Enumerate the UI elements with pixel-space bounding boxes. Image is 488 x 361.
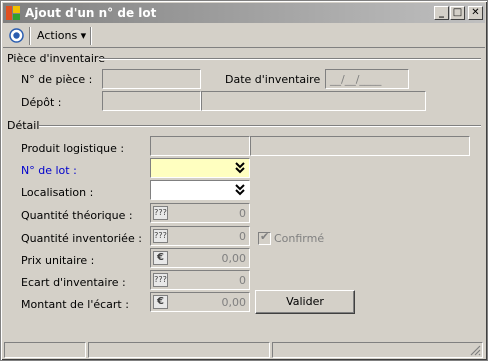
section-detail-title: Détail [7,119,40,132]
euro-icon: € [153,295,168,309]
close-button[interactable]: ✕ [468,6,483,20]
quantity-icon: ??? [153,229,168,243]
lot-label: N° de lot : [21,164,77,177]
piece-no-label: N° de pièce : [21,73,93,86]
montant-ecart-label: Montant de l'écart : [21,298,129,311]
prix-unitaire-field[interactable]: € 0,00 [150,248,250,268]
produit-code-field[interactable] [150,136,250,156]
depot-label: Dépôt : [21,96,62,109]
status-cell [272,342,483,358]
confirme-checkbox[interactable]: ✔ [258,230,271,245]
ecart-label: Ecart d'inventaire : [21,276,126,289]
quantity-icon: ??? [153,206,168,220]
euro-icon: € [153,251,168,265]
ecart-field[interactable]: ??? 0 [150,270,250,290]
minimize-icon: _ [439,7,444,18]
minimize-button[interactable]: _ [434,6,449,20]
localisation-select[interactable] [150,180,250,200]
qte-inventoriee-label: Quantité inventoriée : [21,232,142,245]
dialog-window: Ajout d'un n° de lot _ □ ✕ Actions ▾ Piè… [0,0,488,361]
prix-unitaire-value: 0,00 [221,252,247,265]
app-icon [6,6,20,20]
valider-button[interactable]: Valider [255,290,355,314]
toolbar-separator [29,27,31,45]
qte-inventoriee-value: 0 [239,230,246,243]
qte-theorique-label: Quantité théorique : [21,209,133,222]
qte-theorique-field[interactable]: ??? 0 [150,203,250,223]
section-piece-title: Pièce d'inventaire [7,52,105,65]
double-chevron-down-icon[interactable] [232,182,248,198]
toolbar-separator [90,27,92,45]
date-inventaire-label: Date d'inventaire : [225,73,328,86]
qte-theorique-value: 0 [239,207,246,220]
montant-ecart-field[interactable]: € 0,00 [150,292,250,312]
close-icon: ✕ [471,7,480,18]
lot-select[interactable] [150,158,250,178]
status-bar [3,341,485,359]
actions-menu[interactable]: Actions ▾ [37,29,86,42]
depot-code-field[interactable] [102,91,201,111]
prix-unitaire-label: Prix unitaire : [21,254,95,267]
produit-label: Produit logistique : [21,142,125,155]
resize-grip-icon[interactable] [469,344,481,356]
window-title: Ajout d'un n° de lot [25,6,157,20]
section-divider [99,58,481,60]
localisation-label: Localisation : [21,186,94,199]
status-cell [88,342,270,358]
checkmark-icon: ✔ [260,230,270,243]
double-chevron-down-icon[interactable] [232,160,248,176]
ecart-value: 0 [239,274,246,287]
montant-ecart-value: 0,00 [221,296,247,309]
toolbar: Actions ▾ [3,24,485,48]
date-inventaire-value: __/__/____ [330,73,382,86]
title-bar[interactable]: Ajout d'un n° de lot _ □ ✕ [3,3,485,23]
section-divider [39,125,481,127]
qte-inventoriee-field[interactable]: ??? 0 [150,226,250,246]
quantity-icon: ??? [153,273,168,287]
maximize-icon: □ [452,7,463,18]
depot-name-field[interactable] [201,91,426,111]
status-cell [4,342,86,358]
date-inventaire-field[interactable]: __/__/____ [325,69,409,89]
record-icon[interactable] [9,28,24,43]
piece-no-field[interactable] [102,69,201,89]
produit-name-field[interactable] [250,136,470,156]
confirme-label: Confirmé [274,232,325,245]
maximize-button[interactable]: □ [450,6,465,20]
